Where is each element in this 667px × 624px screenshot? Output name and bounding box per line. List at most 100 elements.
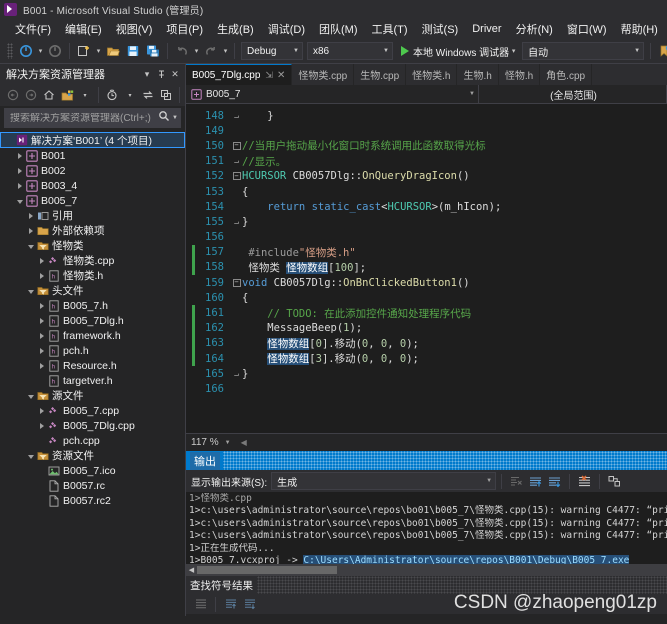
show-all-files-icon[interactable]: [58, 86, 76, 104]
search-input[interactable]: [10, 112, 159, 124]
expand-arrow-icon[interactable]: [25, 223, 36, 238]
tree-item[interactable]: h targetver.h: [0, 373, 185, 388]
tree-item[interactable]: B003_4: [0, 178, 185, 193]
navigate-forward-icon[interactable]: [45, 41, 65, 61]
tree-item[interactable]: B005_7.cpp: [0, 403, 185, 418]
output-horizontal-scrollbar[interactable]: ◀: [186, 564, 667, 576]
tree-item[interactable]: 外部依赖项: [0, 223, 185, 238]
collapse-arrow-icon[interactable]: [14, 193, 25, 208]
chevron-down-icon[interactable]: ▼: [225, 440, 231, 446]
tree-item[interactable]: 资源文件: [0, 448, 185, 463]
code-line[interactable]: 164 怪物数组[3].移动(0, 0, 0);: [186, 351, 667, 367]
code-line[interactable]: 158 怪物类 怪物数组[100];: [186, 259, 667, 276]
tree-item[interactable]: h B005_7Dlg.h: [0, 313, 185, 328]
solution-platform-combo[interactable]: x86 ▼: [307, 42, 393, 60]
tree-item[interactable]: h pch.h: [0, 343, 185, 358]
expand-arrow-icon[interactable]: [36, 313, 47, 328]
tree-item[interactable]: 怪物类: [0, 238, 185, 253]
code-editor[interactable]: 148 ⌐ } 149 150−//当用户拖动最小化窗口时系统调用此函数取得光标 151…: [186, 104, 667, 433]
menu-item-debug[interactable]: 调试(D): [261, 19, 312, 39]
go-to-previous-icon[interactable]: [221, 595, 240, 614]
pin-icon[interactable]: ⇲: [265, 70, 273, 81]
tree-item[interactable]: h 怪物类.h: [0, 268, 185, 283]
collapse-arrow-icon[interactable]: [25, 388, 36, 403]
bookmark-icon[interactable]: [655, 41, 667, 61]
go-to-next-message-icon[interactable]: [545, 472, 564, 491]
toggle-word-wrap-icon[interactable]: [191, 595, 210, 614]
editor-tab[interactable]: 怪物类.cpp: [292, 64, 355, 85]
code-line[interactable]: 151 ⌐//显示。: [186, 154, 667, 169]
code-line[interactable]: 159− void CB0057Dlg::OnBnClickedButton1(): [186, 275, 667, 290]
code-line[interactable]: 160 {: [186, 290, 667, 305]
menu-item-tools[interactable]: 工具(T): [365, 19, 415, 39]
code-line[interactable]: 148 ⌐ }: [186, 108, 667, 123]
navbar-scope-combo[interactable]: (全局范围): [479, 85, 667, 103]
code-lines[interactable]: 148 ⌐ } 149 150−//当用户拖动最小化窗口时系统调用此函数取得光标 151…: [186, 104, 667, 433]
editor-tab[interactable]: 生物.h: [457, 64, 499, 85]
menu-item-team[interactable]: 团队(M): [312, 19, 365, 39]
menu-item-analyze[interactable]: 分析(N): [509, 19, 560, 39]
menu-item-driver[interactable]: Driver: [465, 21, 508, 37]
output-selected-path[interactable]: C:\Users\Administrator\source\repos\B001…: [303, 554, 630, 564]
code-line[interactable]: 156: [186, 230, 667, 245]
menu-item-window[interactable]: 窗口(W): [560, 19, 614, 39]
redo-icon[interactable]: [201, 41, 221, 61]
solution-explorer-search[interactable]: ▼: [4, 108, 181, 128]
solution-configuration-combo[interactable]: Debug ▼: [241, 42, 303, 60]
collapse-region-icon[interactable]: −: [231, 141, 242, 150]
navigate-back-dropdown-icon[interactable]: ▾: [36, 41, 45, 61]
menu-item-view[interactable]: 视图(V): [109, 19, 160, 39]
expand-arrow-icon[interactable]: [14, 163, 25, 178]
pin-icon[interactable]: [154, 66, 168, 82]
collapse-arrow-icon[interactable]: [25, 448, 36, 463]
redo-dropdown-icon[interactable]: ▾: [221, 41, 230, 61]
tree-item[interactable]: pch.cpp: [0, 433, 185, 448]
collapse-arrow-icon[interactable]: [25, 283, 36, 298]
horizontal-scroll-left-icon[interactable]: ◀: [241, 438, 247, 447]
navbar-project-combo[interactable]: B005_7 ▼: [186, 85, 479, 103]
editor-tab[interactable]: B005_7Dlg.cpp ⇲ ✕: [186, 64, 293, 85]
forward-icon[interactable]: [22, 86, 40, 104]
menu-item-edit[interactable]: 编辑(E): [58, 19, 109, 39]
code-line[interactable]: 157 #include"怪物类.h": [186, 244, 667, 260]
editor-tab[interactable]: 怪物.h: [499, 64, 541, 85]
sync-dropdown-icon[interactable]: ▾: [121, 86, 139, 104]
code-line[interactable]: 152− HCURSOR CB0057Dlg::OnQueryDragIcon(): [186, 169, 667, 184]
new-project-dropdown-icon[interactable]: ▾: [94, 41, 103, 61]
tree-item[interactable]: 头文件: [0, 283, 185, 298]
home-icon[interactable]: [40, 86, 58, 104]
expand-arrow-icon[interactable]: [36, 358, 47, 373]
auto-combo[interactable]: 自动 ▼: [522, 42, 645, 60]
expand-arrow-icon[interactable]: [36, 253, 47, 268]
expand-arrow-icon[interactable]: [36, 298, 47, 313]
close-icon[interactable]: ✕: [168, 66, 182, 82]
back-icon[interactable]: [4, 86, 22, 104]
code-line[interactable]: 150−//当用户拖动最小化窗口时系统调用此函数取得光标: [186, 138, 667, 153]
toolbar-grip[interactable]: [7, 43, 13, 59]
search-icon[interactable]: [158, 109, 170, 127]
expand-arrow-icon[interactable]: [14, 178, 25, 193]
find-symbol-drag-handle[interactable]: [257, 576, 667, 594]
chevron-down-icon[interactable]: ▾: [140, 66, 154, 82]
go-to-previous-message-icon[interactable]: [526, 472, 545, 491]
menu-item-help[interactable]: 帮助(H): [614, 19, 665, 39]
navigate-back-icon[interactable]: [16, 41, 36, 61]
code-line[interactable]: 161 // TODO: 在此添加控件通知处理程序代码: [186, 305, 667, 321]
scroll-left-icon[interactable]: ◀: [186, 566, 197, 574]
tree-item[interactable]: B001: [0, 148, 185, 163]
expand-arrow-icon[interactable]: [36, 403, 47, 418]
code-line[interactable]: 162 MessageBeep(1);: [186, 320, 667, 336]
tree-item[interactable]: B002: [0, 163, 185, 178]
tree-item[interactable]: 引用: [0, 208, 185, 223]
tree-item[interactable]: B005_7: [0, 193, 185, 208]
editor-tab[interactable]: 怪物类.h: [406, 64, 458, 85]
show-all-files-dropdown-icon[interactable]: ▾: [76, 86, 94, 104]
toggle-autoscroll-icon[interactable]: [605, 472, 624, 491]
code-line[interactable]: 154 return static_cast<HCURSOR>(m_hIcon)…: [186, 199, 667, 214]
sync-with-active-document-icon[interactable]: [103, 86, 121, 104]
tree-item[interactable]: B0057.rc: [0, 478, 185, 493]
expand-arrow-icon[interactable]: [14, 148, 25, 163]
new-project-icon[interactable]: [74, 41, 94, 61]
expand-arrow-icon[interactable]: [36, 328, 47, 343]
expand-arrow-icon[interactable]: [36, 268, 47, 283]
